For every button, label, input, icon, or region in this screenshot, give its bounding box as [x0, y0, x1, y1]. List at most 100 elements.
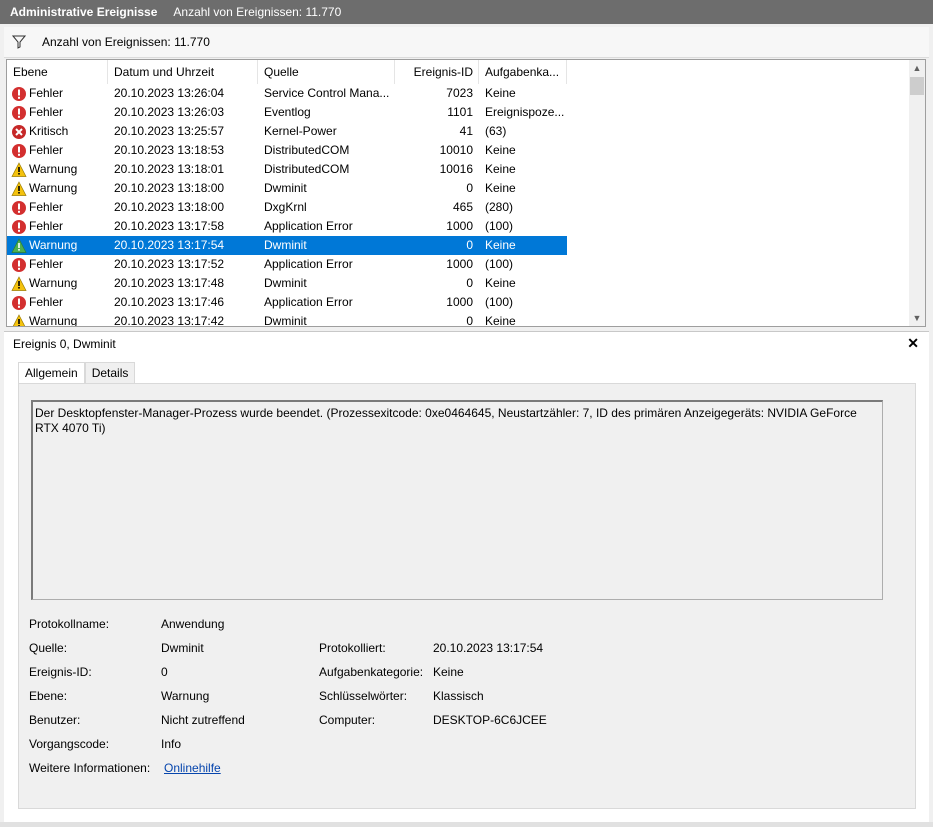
bottom-edge [0, 822, 933, 827]
column-header-level[interactable]: Ebene [7, 60, 108, 84]
table-row[interactable]: Fehler 20.10.2023 13:26:03 Eventlog 1101 Ere… [7, 103, 567, 122]
level-text: Fehler [29, 257, 64, 271]
datetime-cell: 20.10.2023 13:17:46 [114, 295, 225, 309]
table-row[interactable]: Fehler 20.10.2023 13:26:04 Service Control… [7, 84, 567, 103]
column-header-datetime[interactable]: Datum und Uhrzeit [108, 60, 258, 84]
table-row[interactable]: Warnung 20.10.2023 13:18:00 Dwminit 0 Keine [7, 179, 567, 198]
level-cell: Fehler [11, 141, 109, 160]
eventid-label: Ereignis-ID: [29, 665, 92, 679]
source-cell: Application Error [264, 219, 353, 233]
online-help-link[interactable]: Onlinehilfe [164, 761, 221, 775]
scroll-up-icon[interactable]: ▲ [909, 60, 925, 76]
event-id-cell: 41 [459, 124, 473, 138]
computer-label: Computer: [319, 713, 376, 727]
datetime-cell: 20.10.2023 13:17:42 [114, 314, 225, 327]
event-message[interactable]: Der Desktopfenster-Manager-Prozess wurde… [31, 400, 883, 600]
source-cell: Dwminit [264, 181, 307, 195]
tab-details[interactable]: Details [84, 362, 136, 384]
error-icon [11, 200, 27, 216]
scroll-down-icon[interactable]: ▼ [909, 310, 925, 326]
table-row[interactable]: Fehler 20.10.2023 13:17:46 Application Err… [7, 293, 567, 312]
keywords-label: Schlüsselwörter: [319, 689, 408, 703]
level-cell: Fehler [11, 103, 109, 122]
level-text: Fehler [29, 295, 64, 309]
column-header-event-id[interactable]: Ereignis-ID [395, 60, 479, 84]
level-text: Fehler [29, 105, 64, 119]
level-cell: Warnung [11, 179, 109, 198]
tab-general[interactable]: Allgemein [18, 362, 85, 385]
table-row[interactable]: Warnung 20.10.2023 13:17:42 Dwminit 0 Keine [7, 312, 567, 327]
detail-title: Ereignis 0, Dwminit [13, 337, 116, 351]
keywords-value: Klassisch [433, 689, 484, 703]
eventid-value: 0 [161, 665, 168, 679]
logname-label: Protokollname: [29, 617, 110, 631]
level-text: Warnung [29, 238, 78, 252]
view-title: Administrative Ereignisse [10, 5, 158, 19]
detail-tabs: Allgemein Details [18, 362, 136, 385]
close-icon[interactable]: ✕ [907, 335, 919, 352]
datetime-cell: 20.10.2023 13:18:01 [114, 162, 225, 176]
level-cell: Kritisch [11, 122, 109, 141]
filter-icon[interactable] [11, 34, 27, 50]
datetime-cell: 20.10.2023 13:26:03 [114, 105, 225, 119]
table-row[interactable]: Kritisch 20.10.2023 13:25:57 Kernel-Power 4… [7, 122, 567, 141]
task-category-cell: (100) [485, 257, 514, 271]
level-label: Ebene: [29, 689, 68, 703]
opcode-label: Vorgangscode: [29, 737, 110, 751]
taskcat-value: Keine [433, 665, 464, 679]
filter-bar: Anzahl von Ereignissen: 11.770 [4, 27, 929, 58]
event-list[interactable]: Ebene Datum und Uhrzeit Quelle Ereignis-… [6, 59, 926, 327]
vertical-scrollbar[interactable]: ▲ ▼ [909, 60, 925, 326]
event-id-cell: 1101 [447, 105, 473, 119]
datetime-cell: 20.10.2023 13:18:00 [114, 181, 225, 195]
detail-panel: Allgemein Details Der Desktopfenster-Man… [4, 356, 929, 822]
column-header-row: Ebene Datum und Uhrzeit Quelle Ereignis-… [7, 60, 909, 84]
level-text: Warnung [29, 276, 78, 290]
filter-count-text: Anzahl von Ereignissen: 11.770 [42, 35, 210, 49]
level-text: Warnung [29, 314, 78, 327]
error-icon [11, 143, 27, 159]
warning-icon [11, 180, 27, 197]
table-row[interactable]: Fehler 20.10.2023 13:18:53 DistributedCOM 1… [7, 141, 567, 160]
task-category-cell: (100) [485, 295, 514, 309]
level-cell: Fehler [11, 217, 109, 236]
task-category-cell: Ereignispoze... [485, 105, 565, 119]
critical-icon [11, 124, 27, 140]
table-row[interactable]: Fehler 20.10.2023 13:17:52 Application Err… [7, 255, 567, 274]
source-value: Dwminit [161, 641, 204, 655]
logname-value: Anwendung [161, 617, 225, 631]
level-text: Fehler [29, 200, 64, 214]
warning-icon [11, 313, 27, 326]
table-row[interactable]: Warnung 20.10.2023 13:17:54 Dwminit 0 Keine [7, 236, 567, 255]
datetime-cell: 20.10.2023 13:17:48 [114, 276, 225, 290]
source-label: Quelle: [29, 641, 68, 655]
table-row[interactable]: Warnung 20.10.2023 13:18:01 DistributedCOM… [7, 160, 567, 179]
source-cell: DxgKrnl [264, 200, 307, 214]
column-header-source[interactable]: Quelle [258, 60, 395, 84]
event-id-cell: 1000 [446, 219, 473, 233]
table-row[interactable]: Warnung 20.10.2023 13:17:48 Dwminit 0 Keine [7, 274, 567, 293]
source-cell: Dwminit [264, 276, 307, 290]
scroll-thumb[interactable] [910, 77, 924, 95]
level-text: Warnung [29, 162, 78, 176]
column-header-task-category[interactable]: Aufgabenka... [479, 60, 567, 84]
task-category-cell: (280) [485, 200, 514, 214]
table-row[interactable]: Fehler 20.10.2023 13:17:58 Application Err… [7, 217, 567, 236]
level-cell: Warnung [11, 312, 109, 327]
error-icon [11, 219, 27, 235]
level-text: Fehler [29, 219, 64, 233]
event-id-cell: 0 [466, 181, 473, 195]
datetime-cell: 20.10.2023 13:17:52 [114, 257, 225, 271]
task-category-cell: (63) [485, 124, 507, 138]
event-id-cell: 0 [466, 314, 473, 327]
title-bar: Administrative Ereignisse Anzahl von Ere… [0, 0, 933, 24]
taskcat-label: Aufgabenkategorie: [319, 665, 424, 679]
moreinfo-label: Weitere Informationen: [29, 761, 151, 775]
level-cell: Warnung [11, 236, 109, 255]
table-row[interactable]: Fehler 20.10.2023 13:18:00 DxgKrnl 465 (280) [7, 198, 567, 217]
level-cell: Fehler [11, 293, 109, 312]
task-category-cell: Keine [485, 162, 516, 176]
event-id-cell: 1000 [446, 257, 473, 271]
task-category-cell: Keine [485, 238, 516, 252]
datetime-cell: 20.10.2023 13:18:53 [114, 143, 225, 157]
